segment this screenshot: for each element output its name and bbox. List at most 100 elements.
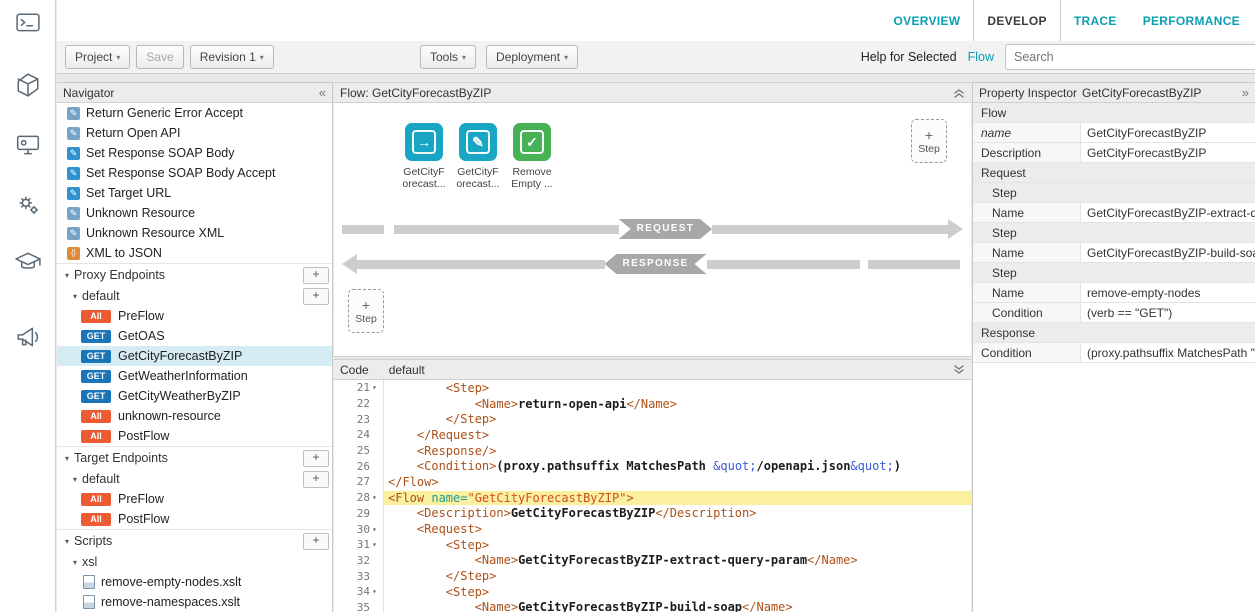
code-line[interactable]: 27</Flow> (334, 474, 971, 490)
inspector-property-value[interactable]: GetCityForecastByZIP (1081, 143, 1255, 162)
nav-endpoint-item[interactable]: GETGetCityForecastByZIP (57, 346, 332, 366)
nav-endpoint-item[interactable]: AllPreFlow (57, 306, 332, 326)
nav-group-header[interactable]: ▾default+ (57, 469, 332, 489)
nav-policy-item[interactable]: ✎Unknown Resource (57, 203, 332, 223)
nav-group-header[interactable]: ▾default+ (57, 286, 332, 306)
nav-endpoint-item[interactable]: Allunknown-resource (57, 406, 332, 426)
response-flow-band: RESPONSE (342, 254, 963, 274)
flow-step[interactable]: ✎GetCityF orecast... (454, 123, 502, 190)
caret-down-icon: ▾ (116, 53, 120, 62)
nav-group-header[interactable]: ▾xsl (57, 552, 332, 572)
code-editor[interactable]: 21▾ <Step>22 <Name>return-open-api</Name… (334, 380, 971, 612)
help-flow-link[interactable]: Flow (968, 50, 994, 64)
fold-caret-icon[interactable]: ▾ (372, 587, 383, 596)
settings-icon[interactable] (13, 190, 43, 220)
fold-caret-icon[interactable]: ▾ (372, 493, 383, 502)
code-line[interactable]: 23 </Step> (334, 411, 971, 427)
nav-endpoint-item[interactable]: AllPreFlow (57, 489, 332, 509)
code-line[interactable]: 35 <Name>GetCityForecastByZIP-build-soap… (334, 600, 971, 612)
nav-section-header[interactable]: ▾Proxy Endpoints+ (57, 263, 332, 286)
line-number: 29 (334, 506, 384, 522)
inspector-property-value[interactable]: GetCityForecastByZIP-build-soap (1081, 243, 1255, 262)
nav-policy-item[interactable]: ✎Return Open API (57, 123, 332, 143)
api-proxies-icon[interactable] (13, 70, 43, 100)
inspector-property-value[interactable]: GetCityForecastByZIP-extract-query-param (1081, 203, 1255, 222)
flow-segment (357, 260, 605, 269)
collapse-code-icon[interactable] (953, 364, 965, 376)
tab-performance[interactable]: PERFORMANCE (1130, 0, 1253, 41)
code-tab-default[interactable]: default (389, 363, 425, 377)
fold-caret-icon[interactable]: ▾ (372, 540, 383, 549)
code-line[interactable]: 26 <Condition>(proxy.pathsuffix MatchesP… (334, 458, 971, 474)
code-line[interactable]: 22 <Name>return-open-api</Name> (334, 396, 971, 412)
add-button[interactable]: + (303, 450, 329, 467)
fold-caret-icon[interactable]: ▾ (372, 383, 383, 392)
nav-section-header[interactable]: ▾Scripts+ (57, 529, 332, 552)
code-line[interactable]: 34▾ <Step> (334, 584, 971, 600)
code-line[interactable]: 31▾ <Step> (334, 537, 971, 553)
deployment-button[interactable]: Deployment▾ (486, 45, 578, 69)
add-step-button[interactable]: + Step (911, 119, 947, 163)
learn-icon[interactable] (13, 248, 43, 278)
line-number: 26 (334, 458, 384, 474)
code-line[interactable]: 29 <Description>GetCityForecastByZIP</De… (334, 506, 971, 522)
code-line[interactable]: 24 </Request> (334, 427, 971, 443)
nav-policy-item[interactable]: ✎Set Response SOAP Body (57, 143, 332, 163)
inspector-property-value[interactable]: (proxy.pathsuffix MatchesPath "/c (1081, 343, 1255, 362)
top-tabs: OVERVIEWDEVELOPTRACEPERFORMANCE (881, 0, 1253, 41)
collapse-navigator-icon[interactable]: « (319, 86, 326, 99)
revision-button[interactable]: Revision 1▾ (190, 45, 274, 69)
nav-endpoint-item[interactable]: GETGetOAS (57, 326, 332, 346)
nav-file-item[interactable]: remove-empty-nodes.xslt (57, 572, 332, 592)
toolbar-left-group: Project▾ Save Revision 1▾ (65, 45, 274, 69)
project-button[interactable]: Project▾ (65, 45, 130, 69)
flow-segment (394, 225, 619, 234)
nav-file-item[interactable]: remove-namespaces.xslt (57, 592, 332, 612)
search-input[interactable] (1005, 44, 1255, 70)
fold-caret-icon[interactable]: ▾ (372, 525, 383, 534)
policy-assign-icon: ✎ (67, 147, 80, 160)
flow-step[interactable]: →GetCityF orecast... (400, 123, 448, 190)
add-button[interactable]: + (303, 288, 329, 305)
file-icon (83, 575, 95, 589)
tools-button[interactable]: Tools▾ (420, 45, 476, 69)
add-button[interactable]: + (303, 267, 329, 284)
save-button[interactable]: Save (136, 45, 183, 69)
nav-endpoint-item[interactable]: AllPostFlow (57, 509, 332, 529)
collapse-inspector-icon[interactable]: » (1242, 86, 1249, 99)
code-line[interactable]: 30▾ <Request> (334, 521, 971, 537)
flow-step[interactable]: ✓Remove Empty ... (508, 123, 556, 190)
tab-trace[interactable]: TRACE (1061, 0, 1130, 41)
nav-endpoint-item[interactable]: AllPostFlow (57, 426, 332, 446)
add-button[interactable]: + (303, 471, 329, 488)
code-line[interactable]: 32 <Name>GetCityForecastByZIP-extract-qu… (334, 553, 971, 569)
code-line[interactable]: 28▾<Flow name="GetCityForecastByZIP"> (334, 490, 971, 506)
inspector-property-value[interactable]: remove-empty-nodes (1081, 283, 1255, 302)
nav-section-header[interactable]: ▾Target Endpoints+ (57, 446, 332, 469)
tab-overview[interactable]: OVERVIEW (881, 0, 974, 41)
nav-endpoint-item[interactable]: GETGetWeatherInformation (57, 366, 332, 386)
add-button[interactable]: + (303, 533, 329, 550)
inspector-property-value[interactable]: (verb == "GET") (1081, 303, 1255, 322)
inspector-property-value[interactable]: GetCityForecastByZIP (1081, 123, 1255, 142)
nav-endpoint-item[interactable]: GETGetCityWeatherByZIP (57, 386, 332, 406)
collapse-flow-icon[interactable] (953, 87, 965, 99)
terminal-icon[interactable] (13, 8, 43, 38)
code-text: <Description>GetCityForecastByZIP</Descr… (384, 506, 971, 520)
nav-policy-item[interactable]: ✎Set Target URL (57, 183, 332, 203)
code-line[interactable]: 33 </Step> (334, 568, 971, 584)
inspector-subtitle: GetCityForecastByZIP (1082, 86, 1201, 100)
line-number: 22 (334, 396, 384, 412)
add-step-button[interactable]: + Step (348, 289, 384, 333)
announcements-icon[interactable] (13, 322, 43, 352)
endpoint-label: GetCityWeatherByZIP (118, 389, 241, 403)
nav-policy-item[interactable]: ✎Set Response SOAP Body Accept (57, 163, 332, 183)
code-text: <Request> (384, 522, 971, 536)
develop-icon[interactable] (13, 130, 43, 160)
nav-policy-item[interactable]: {}XML to JSON (57, 243, 332, 263)
nav-policy-item[interactable]: ✎Unknown Resource XML (57, 223, 332, 243)
tab-develop[interactable]: DEVELOP (973, 0, 1060, 42)
code-line[interactable]: 21▾ <Step> (334, 380, 971, 396)
nav-policy-item[interactable]: ✎Return Generic Error Accept (57, 103, 332, 123)
code-line[interactable]: 25 <Response/> (334, 443, 971, 459)
